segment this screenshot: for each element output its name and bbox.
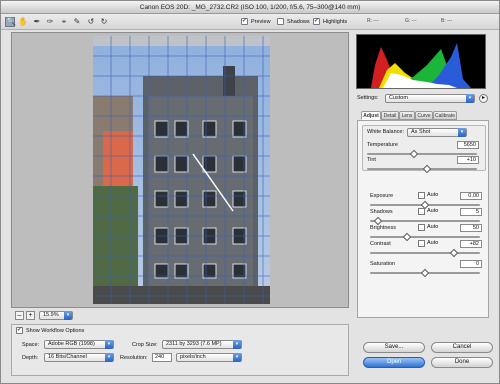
shadows-slider[interactable]: Shadows Auto 5 [366,208,482,226]
tab-lens[interactable]: Lens [399,111,415,120]
zoom-level-select[interactable]: 15.9% ▾ [39,311,73,320]
tab-calibrate[interactable]: Calibrate [433,111,457,120]
toolbar: 🔍 ✋ ✒ ✑ ⌖ ✎ ↺ ↻ ✓ Preview Shadows ✓ High… [1,14,499,30]
chevron-down-icon: ▾ [458,128,466,137]
crop-icon[interactable]: ⌖ [59,17,69,27]
hand-icon[interactable]: ✋ [18,17,28,27]
zoom-out-button[interactable]: – [15,311,24,320]
brightness-slider-thumb[interactable] [403,232,412,242]
adjust-tab-panel: White Balance: As Shot ▾ Temperature 565… [357,120,489,318]
adjustments-panel: Settings: Custom ▾ ▸ Adjust Detail Lens … [355,94,491,329]
chevron-down-icon: ▾ [466,94,474,103]
save-button[interactable]: Save... [363,342,425,353]
building-photo [93,36,270,304]
eyedropper-icon[interactable]: ✒ [32,17,42,27]
crop-size-label: Crop Size: [132,342,158,348]
space-label: Space: [22,342,40,348]
done-button[interactable]: Done [431,357,493,368]
depth-select[interactable]: 16 Bits/Channel ▾ [44,353,114,362]
check-icon: ✓ [16,327,23,334]
cancel-button[interactable]: Cancel [431,342,493,353]
tab-adjust[interactable]: Adjust [361,111,381,120]
contrast-slider-thumb[interactable] [449,248,459,258]
saturation-slider[interactable]: Saturation 0 [366,260,482,278]
rotate-left-icon[interactable]: ↺ [86,17,96,27]
straighten-icon[interactable]: ✎ [72,17,82,27]
shadows-slider-thumb[interactable] [373,216,383,226]
white-balance-group: White Balance: As Shot ▾ Temperature 565… [362,125,486,174]
tint-field[interactable]: +10 [457,156,479,164]
exposure-field[interactable]: 0.00 [460,192,482,200]
tint-slider-thumb[interactable] [422,164,432,174]
check-icon: ✓ [241,18,248,25]
resolution-label: Resolution: [120,355,148,361]
resolution-field[interactable]: 240 [152,353,172,362]
chevron-down-icon: ▾ [105,353,113,362]
settings-label: Settings: [357,95,379,101]
camera-raw-window: Canon EOS 20D: _MG_2732.CR2 (ISO 100, 1/… [0,0,500,384]
window-title: Canon EOS 20D: _MG_2732.CR2 (ISO 100, 1/… [1,1,499,14]
rgb-readout-r: R: --- [367,18,379,24]
white-balance-label: White Balance: [367,129,404,135]
resolution-unit-select[interactable]: pixels/inch ▾ [176,353,242,362]
contrast-field[interactable]: +82 [460,240,482,248]
space-select[interactable]: Adobe RGB (1998) ▾ [44,340,114,349]
open-button[interactable]: Open [363,357,425,368]
histogram-graph [371,43,471,88]
shadows-field[interactable]: 5 [460,208,482,216]
saturation-field[interactable]: 0 [460,260,482,268]
brightness-field[interactable]: 50 [460,224,482,232]
chevron-down-icon: ▾ [64,311,72,320]
rotate-right-icon[interactable]: ↻ [99,17,109,27]
exposure-slider[interactable]: Exposure Auto 0.00 [366,192,482,210]
zoom-in-button[interactable]: + [26,311,35,320]
zoom-bar: – + 15.9% ▾ [11,310,349,322]
tint-slider[interactable]: Tint +10 [363,156,479,174]
tab-curve[interactable]: Curve [415,111,433,120]
chevron-down-icon: ▾ [105,340,113,349]
settings-select[interactable]: Custom ▾ [385,94,475,103]
check-icon: ✓ [313,18,320,25]
chevron-down-icon: ▾ [233,353,241,362]
contrast-slider[interactable]: Contrast Auto +82 [366,240,482,258]
crop-size-select[interactable]: 2311 by 3293 (7.6 MP) ▾ [162,340,242,349]
zoom-icon[interactable]: 🔍 [5,17,16,27]
brightness-slider[interactable]: Brightness Auto 50 [366,224,482,242]
rgb-readout-b: B: --- [441,18,453,24]
tab-detail[interactable]: Detail [381,111,399,120]
workflow-options: ✓ Show Workflow Options Space: Adobe RGB… [11,324,349,376]
temperature-field[interactable]: 5650 [457,141,479,149]
preview-image[interactable] [93,36,270,304]
white-balance-select[interactable]: As Shot ▾ [407,128,467,137]
depth-label: Depth: [22,355,39,361]
settings-menu-icon[interactable]: ▸ [479,94,488,103]
histogram [356,34,486,89]
rgb-readout-g: G: --- [405,18,417,24]
color-sampler-icon[interactable]: ✑ [45,17,55,27]
chevron-down-icon: ▾ [233,340,241,349]
saturation-slider-thumb[interactable] [420,268,430,278]
